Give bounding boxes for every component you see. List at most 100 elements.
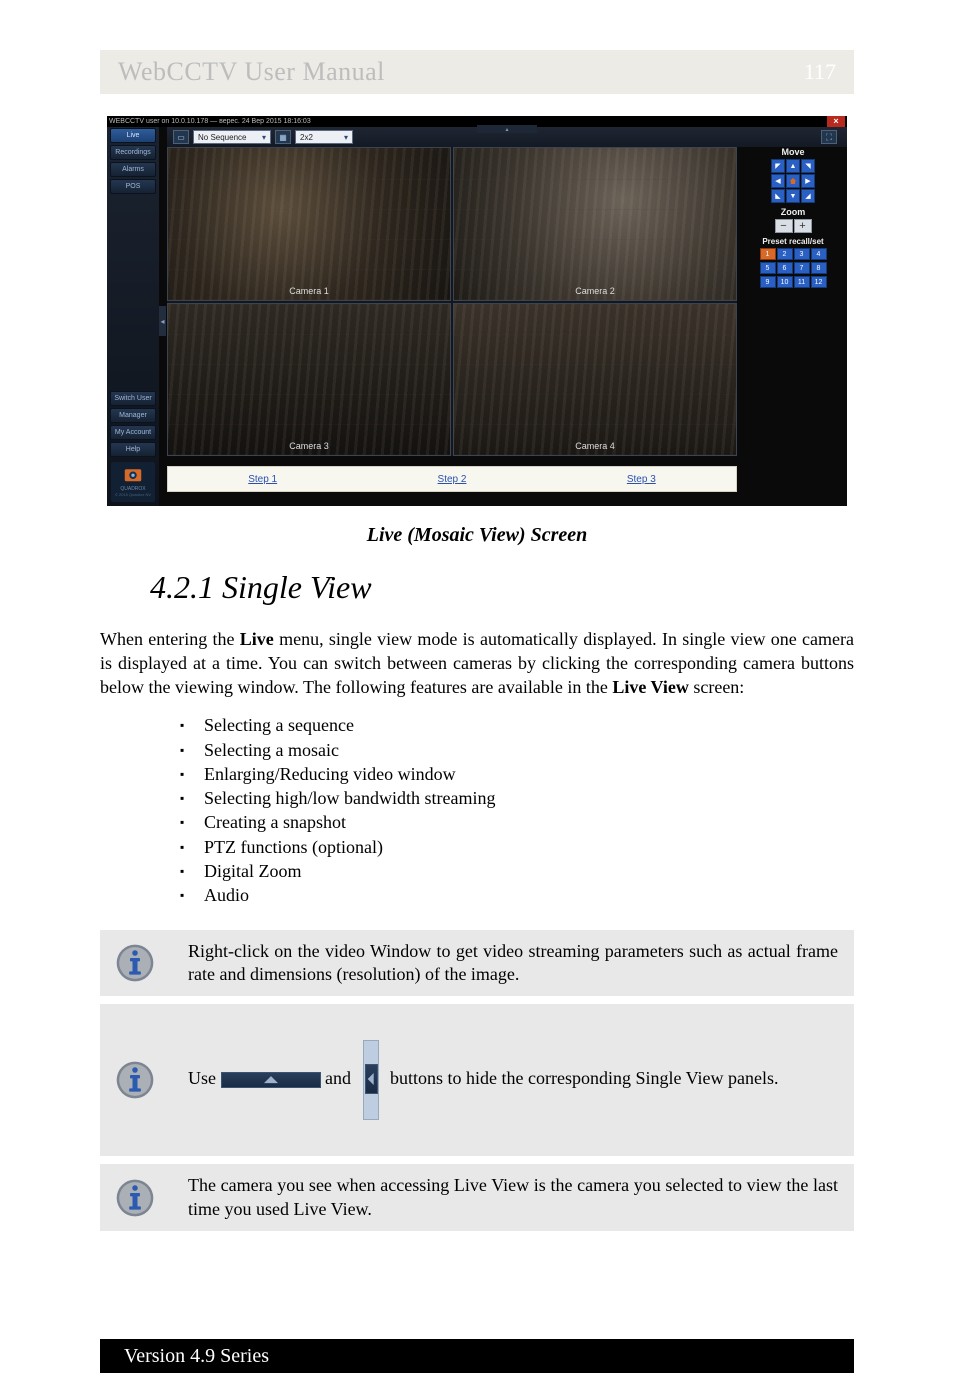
info-note-1: Right-click on the video Window to get v… [100, 930, 854, 997]
ptz-preset-row-3: 9 10 11 12 [745, 276, 841, 288]
info-icon [115, 943, 155, 983]
preset-11[interactable]: 11 [794, 276, 810, 288]
ptz-down-right-icon[interactable]: ◢ [801, 189, 815, 203]
ptz-dpad: ◤ ▲ ◥ ◀ ▶ ◣ ▼ ◢ [745, 159, 841, 203]
sidebar-item-pos[interactable]: POS [110, 179, 156, 194]
step-link-3[interactable]: Step 3 [627, 474, 656, 485]
info-note-2-text: Use and buttons to hide the correspondin… [188, 1034, 779, 1126]
page-number: 117 [804, 59, 836, 85]
camera-tile-1[interactable]: Camera 1 [167, 147, 451, 301]
screenshot-figure: WEBCCTV user on 10.0.10.178 — верес. 24 … [100, 116, 854, 506]
sidebar-item-manager[interactable]: Manager [110, 408, 156, 423]
camera-label-2: Camera 2 [454, 286, 736, 296]
info-icon [115, 1060, 155, 1100]
preset-6[interactable]: 6 [777, 262, 793, 274]
ptz-panel: Move ◤ ▲ ◥ ◀ ▶ ◣ ▼ ◢ Zoom − + Preset [745, 147, 841, 290]
info-icon [115, 1178, 155, 1218]
preset-3[interactable]: 3 [794, 248, 810, 260]
preset-2[interactable]: 2 [777, 248, 793, 260]
zoom-in-icon[interactable]: + [794, 219, 812, 233]
collapse-left-icon[interactable]: ◂ [159, 306, 166, 336]
sidebar-top-group: Live Recordings Alarms POS [107, 127, 159, 195]
page-header: WebCCTV User Manual 117 [100, 50, 854, 94]
page-footer: Version 4.9 Series [100, 1339, 854, 1373]
camera-tile-2[interactable]: Camera 2 [453, 147, 737, 301]
ptz-preset-heading: Preset recall/set [745, 237, 841, 246]
close-icon[interactable]: × [827, 116, 845, 127]
feature-item: Enlarging/Reducing video window [180, 762, 854, 786]
intro-paragraph: When entering the Live menu, single view… [100, 628, 854, 699]
feature-item: Selecting a sequence [180, 713, 854, 737]
feature-list: Selecting a sequence Selecting a mosaic … [180, 713, 854, 907]
sequence-dropdown[interactable]: No Sequence [193, 130, 271, 144]
ptz-down-icon[interactable]: ▼ [786, 189, 800, 203]
step-link-2[interactable]: Step 2 [438, 474, 467, 485]
info-note-1-text: Right-click on the video Window to get v… [188, 940, 838, 987]
zoom-out-icon[interactable]: − [775, 219, 793, 233]
intro-pre: When entering the [100, 629, 240, 649]
sidebar-item-help[interactable]: Help [110, 442, 156, 457]
feature-item: Selecting a mosaic [180, 738, 854, 762]
ptz-up-left-icon[interactable]: ◤ [771, 159, 785, 173]
note2-pre: Use [188, 1069, 221, 1089]
intro-bold-1: Live [240, 629, 274, 649]
ptz-up-icon[interactable]: ▲ [786, 159, 800, 173]
preset-8[interactable]: 8 [811, 262, 827, 274]
collapse-up-icon[interactable]: ▴ [477, 125, 537, 133]
hide-top-panel-button-icon [221, 1072, 321, 1088]
page-content: WEBCCTV user on 10.0.10.178 — верес. 24 … [0, 94, 954, 1269]
sidebar-item-live[interactable]: Live [110, 128, 156, 143]
note2-post: buttons to hide the corresponding Single… [390, 1069, 779, 1089]
sidebar-item-alarms[interactable]: Alarms [110, 162, 156, 177]
preset-12[interactable]: 12 [811, 276, 827, 288]
mosaic-dropdown[interactable]: 2x2 [295, 130, 353, 144]
figure-caption: Live (Mosaic View) Screen [100, 524, 854, 547]
sidebar-item-my-account[interactable]: My Account [110, 425, 156, 440]
video-grid: Camera 1 Camera 2 Camera 3 Camera 4 [167, 147, 737, 456]
feature-item: Creating a snapshot [180, 810, 854, 834]
sidebar-item-recordings[interactable]: Recordings [110, 145, 156, 160]
preset-5[interactable]: 5 [760, 262, 776, 274]
feature-item: PTZ functions (optional) [180, 835, 854, 859]
preset-4[interactable]: 4 [811, 248, 827, 260]
ptz-right-icon[interactable]: ▶ [801, 174, 815, 188]
feature-item: Audio [180, 883, 854, 907]
ptz-up-right-icon[interactable]: ◥ [801, 159, 815, 173]
mosaic-dropdown-label: 2x2 [300, 133, 313, 142]
app-window: WEBCCTV user on 10.0.10.178 — верес. 24 … [107, 116, 847, 506]
step-link-1[interactable]: Step 1 [248, 474, 277, 485]
ptz-home-icon[interactable] [786, 174, 800, 188]
doc-title: WebCCTV User Manual [118, 57, 385, 87]
camera-label-3: Camera 3 [168, 441, 450, 451]
ptz-down-left-icon[interactable]: ◣ [771, 189, 785, 203]
ptz-preset-row-2: 5 6 7 8 [745, 262, 841, 274]
sidebar-item-switch-user[interactable]: Switch User [110, 391, 156, 406]
hide-left-panel-button-icon [360, 1034, 382, 1126]
preset-9[interactable]: 9 [760, 276, 776, 288]
camera-tile-4[interactable]: Camera 4 [453, 303, 737, 457]
ptz-left-icon[interactable]: ◀ [771, 174, 785, 188]
ptz-zoom-controls: − + [745, 219, 841, 233]
logo-icon [123, 467, 143, 485]
intro-bold-2: Live View [612, 677, 689, 697]
brand-copyright: © 2015 Quadrox NV [115, 492, 151, 497]
window-title: WEBCCTV user on 10.0.10.178 — верес. 24 … [109, 118, 311, 125]
preset-7[interactable]: 7 [794, 262, 810, 274]
expand-icon[interactable]: ⛶ [821, 130, 837, 144]
info-note-2: Use and buttons to hide the correspondin… [100, 1004, 854, 1156]
ptz-move-heading: Move [745, 147, 841, 157]
preset-10[interactable]: 10 [777, 276, 793, 288]
preset-1[interactable]: 1 [760, 248, 776, 260]
step-link-bar: Step 1 Step 2 Step 3 [167, 466, 737, 492]
mosaic-icon[interactable]: ▦ [275, 130, 291, 144]
app-sidebar: Live Recordings Alarms POS Switch User M… [107, 127, 159, 506]
feature-item: Digital Zoom [180, 859, 854, 883]
info-note-3: The camera you see when accessing Live V… [100, 1164, 854, 1231]
sidebar-bottom-group: Switch User Manager My Account Help [107, 390, 159, 458]
info-note-3-text: The camera you see when accessing Live V… [188, 1174, 838, 1221]
section-heading: 4.2.1 Single View [150, 569, 854, 606]
camera-tile-3[interactable]: Camera 3 [167, 303, 451, 457]
sequence-dropdown-label: No Sequence [198, 133, 246, 142]
note2-mid: and [325, 1069, 356, 1089]
monitor-icon[interactable]: ▭ [173, 130, 189, 144]
